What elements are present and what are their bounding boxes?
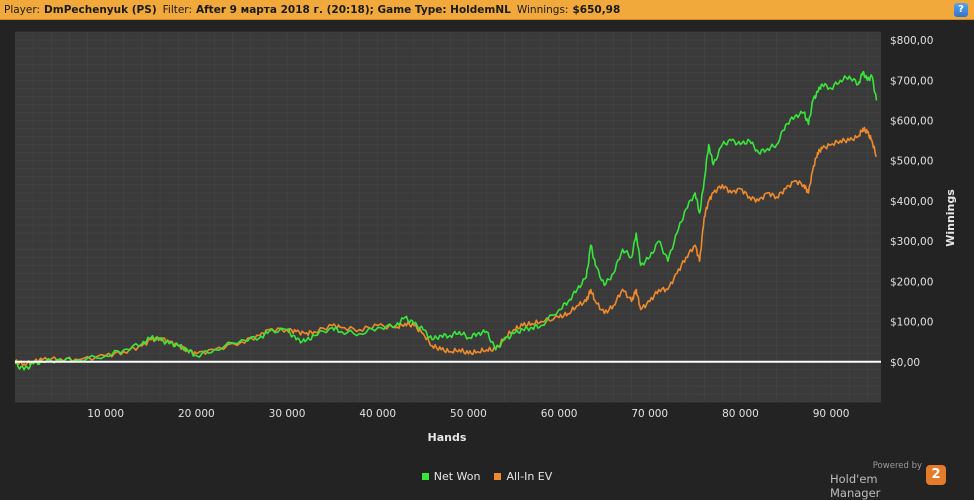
product-name: Hold'em Manager bbox=[830, 472, 881, 500]
winnings-value: $650,98 bbox=[572, 3, 621, 16]
legend-item-net-won[interactable]: Net Won bbox=[421, 470, 481, 483]
y-axis-label: Winnings bbox=[944, 189, 957, 247]
y-tick-label: $200,00 bbox=[890, 276, 933, 288]
x-tick-label: 80 000 bbox=[722, 408, 759, 420]
y-tick-label: $300,00 bbox=[890, 236, 933, 248]
x-tick-label: 20 000 bbox=[178, 408, 215, 420]
legend-label-net-won: Net Won bbox=[433, 470, 481, 483]
winnings-chart: 10 000 20 000 30 000 40 000 50 000 60 000 70 0… bbox=[14, 31, 957, 444]
player-label: Player: bbox=[4, 3, 41, 16]
y-tick-label: $800,00 bbox=[890, 35, 933, 47]
y-tick-label: $700,00 bbox=[890, 75, 933, 87]
x-tick-label: 60 000 bbox=[541, 408, 578, 420]
winnings-label: Winnings: bbox=[516, 3, 569, 16]
x-tick-label: 90 000 bbox=[813, 408, 850, 420]
legend-swatch-all-in-ev bbox=[494, 473, 502, 480]
branding: Powered by Hold'em Manager 2 bbox=[830, 461, 960, 500]
y-tick-label: $100,00 bbox=[890, 317, 933, 329]
legend-item-all-in-ev[interactable]: All-In EV bbox=[494, 470, 552, 483]
y-tick-label: $600,00 bbox=[890, 115, 933, 127]
x-tick-label: 10 000 bbox=[87, 408, 124, 420]
x-axis-ticks: 10 000 20 000 30 000 40 000 50 000 60 000 70 0… bbox=[87, 408, 849, 420]
legend-label-all-in-ev: All-In EV bbox=[506, 470, 553, 483]
powered-by-text: Powered by bbox=[872, 461, 922, 471]
x-tick-label: 30 000 bbox=[269, 408, 306, 420]
y-tick-label: $0,00 bbox=[890, 357, 920, 369]
player-value: DmPechenyuk (PS) bbox=[44, 3, 157, 16]
x-tick-label: 50 000 bbox=[450, 408, 487, 420]
legend-swatch-net-won bbox=[421, 473, 429, 480]
help-button[interactable]: ? bbox=[954, 3, 968, 17]
filter-value: After 9 марта 2018 г. (20:18); Game Type… bbox=[195, 3, 511, 16]
x-tick-label: 70 000 bbox=[631, 408, 668, 420]
x-tick-label: 40 000 bbox=[359, 408, 396, 420]
title-bar: Player: DmPechenyuk (PS) Filter: After 9… bbox=[0, 0, 974, 20]
y-axis-ticks: $0,00 $100,00 $200,00 $300,00 $400,00 $500,00… bbox=[890, 35, 933, 369]
filter-label: Filter: bbox=[162, 3, 192, 16]
chart-legend: Net Won All-In EV bbox=[0, 470, 974, 483]
y-tick-label: $500,00 bbox=[890, 156, 933, 168]
x-axis-label: Hands bbox=[428, 431, 467, 444]
hm2-logo-icon: 2 bbox=[926, 465, 946, 485]
y-tick-label: $400,00 bbox=[890, 196, 933, 208]
